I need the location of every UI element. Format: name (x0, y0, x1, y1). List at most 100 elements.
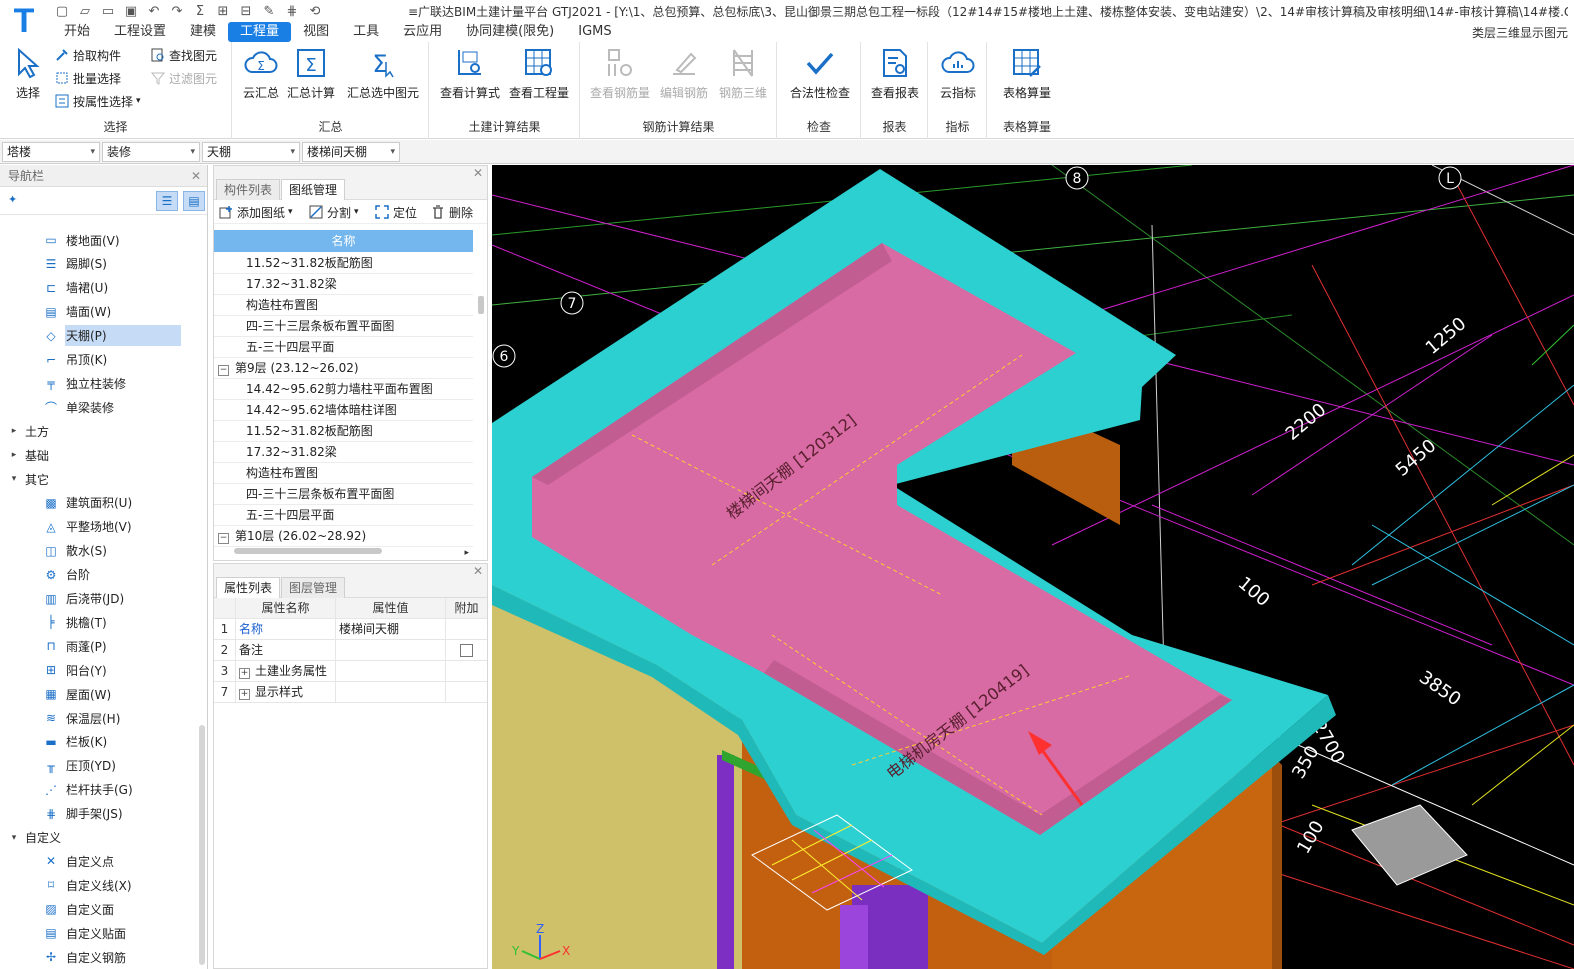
nav-category[interactable]: ▸ 土方 (8, 420, 208, 442)
layout-icon[interactable]: ⊟ (236, 2, 256, 20)
summary-calc-button[interactable]: Σ 汇总计算 (283, 44, 339, 106)
category-select[interactable]: 装修 ▾ (102, 142, 200, 162)
open-file-icon[interactable]: ▱ (75, 2, 95, 20)
nav-item[interactable]: ⌑ 自定义线(X) (42, 874, 242, 896)
drawing-row[interactable]: 17.32~31.82梁 (214, 274, 473, 295)
drawing-group-row[interactable]: − 第9层 (23.12~26.02) (214, 358, 473, 379)
collapse-icon[interactable]: − (218, 365, 229, 376)
redo-icon[interactable]: ↷ (167, 2, 187, 20)
nav-item[interactable]: ✕ 自定义点 (42, 850, 242, 872)
drawing-row[interactable]: 五-三十四层平面 (214, 337, 473, 358)
nav-item[interactable]: ◫ 散水(S) (42, 540, 242, 562)
cloud-index-button[interactable]: 云指标 (929, 44, 987, 106)
find-element-button[interactable]: 查找图元 (150, 45, 217, 65)
menu-item[interactable]: 云应用 (391, 22, 454, 42)
nav-item[interactable]: ⚙ 台阶 (42, 564, 242, 586)
close-icon[interactable]: ✕ (473, 564, 483, 578)
nav-item[interactable]: ▥ 后浇带(JD) (42, 588, 242, 610)
nav-item[interactable]: ⋰ 栏杆扶手(G) (42, 779, 242, 801)
tab-component-list[interactable]: 构件列表 (216, 179, 281, 200)
view-report-button[interactable]: 查看报表 (865, 44, 925, 106)
property-value[interactable] (336, 661, 446, 682)
refresh-icon[interactable]: ⟲ (305, 2, 325, 20)
component-type-select[interactable]: 天棚 ▾ (202, 142, 300, 162)
nav-item[interactable]: ⊞ 阳台(Y) (42, 659, 242, 681)
drawing-row[interactable]: 14.42~95.62墙体暗柱详图 (214, 400, 473, 421)
drawing-horizontal-scrollbar[interactable] (234, 548, 382, 554)
menu-item[interactable]: 工程量 (228, 22, 292, 42)
expand-caret-icon[interactable]: ▸ (8, 426, 20, 436)
property-value[interactable] (336, 640, 446, 661)
view-quantity-button[interactable]: 查看工程量 (506, 44, 572, 106)
nav-item[interactable]: ╥ 压顶(YD) (42, 755, 242, 777)
expand-caret-icon[interactable]: ▾ (8, 474, 20, 484)
nav-category[interactable]: ▾ 自定义 (8, 827, 208, 849)
view-formula-button[interactable]: 查看计算式 (438, 44, 502, 106)
drawing-row[interactable]: 11.52~31.82板配筋图 (214, 421, 473, 442)
drawing-row[interactable]: 构造柱布置图 (214, 463, 473, 484)
nav-item[interactable]: ▬ 栏板(K) (42, 731, 242, 753)
save-icon[interactable]: ▣ (121, 2, 141, 20)
tab-property-list[interactable]: 属性列表 (216, 577, 281, 598)
expand-caret-icon[interactable]: ▾ (8, 833, 20, 843)
drawing-group-row[interactable]: − 第10层 (26.02~28.92) (214, 526, 473, 547)
summary-selected-button[interactable]: Σ 汇总选中图元 (343, 44, 423, 106)
property-value[interactable] (336, 682, 446, 703)
property-value[interactable]: 楼梯间天棚 (336, 619, 446, 640)
scroll-right-icon[interactable]: ▸ (464, 548, 469, 558)
collapse-icon[interactable]: − (218, 533, 229, 544)
drawing-row[interactable]: 11.52~31.82板配筋图 (214, 253, 473, 274)
property-row[interactable]: 2 备注 (214, 640, 487, 661)
nav-item[interactable]: ◇ 天棚(P) (42, 325, 242, 347)
sum-icon[interactable]: Σ (190, 2, 210, 20)
nav-category[interactable]: ▸ 基础 (8, 444, 208, 466)
legality-check-button[interactable]: 合法性检查 (784, 44, 856, 106)
property-row[interactable]: 3 + 土建业务属性 (214, 661, 487, 682)
attach-checkbox[interactable] (460, 644, 473, 657)
new-file-icon[interactable]: ▢ (52, 2, 72, 20)
menu-item[interactable]: 协同建模(限免) (454, 22, 566, 42)
nav-scrollbar[interactable] (199, 725, 205, 965)
building-model[interactable] (492, 169, 1336, 969)
expand-icon[interactable]: + (239, 689, 250, 700)
menu-item[interactable]: 建模 (178, 22, 228, 42)
menu-item[interactable]: 工程设置 (102, 22, 178, 42)
view-rebar-button[interactable]: 查看钢筋量 (587, 44, 653, 106)
nav-item[interactable]: ☰ 踢脚(S) (42, 253, 242, 275)
building-select[interactable]: 塔楼 ▾ (2, 142, 100, 162)
table-calc-button[interactable]: 表格算量 (994, 44, 1060, 106)
nav-item[interactable]: ▤ 墙面(W) (42, 301, 242, 323)
property-row[interactable]: 7 + 显示样式 (214, 682, 487, 703)
menu-item[interactable]: 开始 (52, 22, 102, 42)
detail-view-icon[interactable]: ▤ (183, 191, 205, 211)
close-icon[interactable]: ✕ (191, 165, 201, 187)
nav-item[interactable]: ▦ 屋面(W) (42, 683, 242, 705)
pin-icon[interactable]: ✦ (8, 193, 17, 206)
drawing-row[interactable]: 四-三十三层条板布置平面图 (214, 484, 473, 505)
nav-item[interactable]: ╤ 独立柱装修 (42, 372, 242, 394)
drawing-row[interactable]: 五-三十四层平面 (214, 505, 473, 526)
open-folder-icon[interactable]: ▭ (98, 2, 118, 20)
nav-item[interactable]: ◬ 平整场地(V) (42, 516, 242, 538)
nav-item[interactable]: ⊏ 墙裙(U) (42, 277, 242, 299)
batch-select-button[interactable]: 批量选择 (54, 68, 121, 88)
nav-item[interactable]: ⊓ 雨蓬(P) (42, 635, 242, 657)
cloud-summary-button[interactable]: Σ 云汇总 (233, 44, 289, 106)
component-select[interactable]: 楼梯间天棚 ▾ (302, 142, 400, 162)
drawing-row[interactable]: 17.32~31.82梁 (214, 442, 473, 463)
edit-rebar-button[interactable]: 编辑钢筋 (653, 44, 715, 106)
nav-item[interactable]: ▭ 楼地面(V) (42, 229, 242, 251)
select-by-property-button[interactable]: 按属性选择 ▾ (54, 91, 141, 111)
menu-item[interactable]: 视图 (291, 22, 341, 42)
expand-icon[interactable]: + (239, 668, 250, 679)
tab-layer-management[interactable]: 图层管理 (281, 577, 346, 598)
menu-item[interactable]: 工具 (341, 22, 391, 42)
drawing-row[interactable]: 构造柱布置图 (214, 295, 473, 316)
rebar-3d-button[interactable]: 钢筋三维 (713, 44, 773, 106)
property-row[interactable]: 1 名称 楼梯间天棚 (214, 619, 487, 640)
3d-viewport[interactable]: 8 L 7 6 3 1250 2200 5450 3850 2700 100 3… (492, 165, 1574, 969)
locate-button[interactable]: 定位 (374, 202, 417, 222)
expand-caret-icon[interactable]: ▸ (8, 450, 20, 460)
nav-item[interactable]: ╞ 挑檐(T) (42, 611, 242, 633)
delete-button[interactable]: 删除 (430, 202, 473, 222)
